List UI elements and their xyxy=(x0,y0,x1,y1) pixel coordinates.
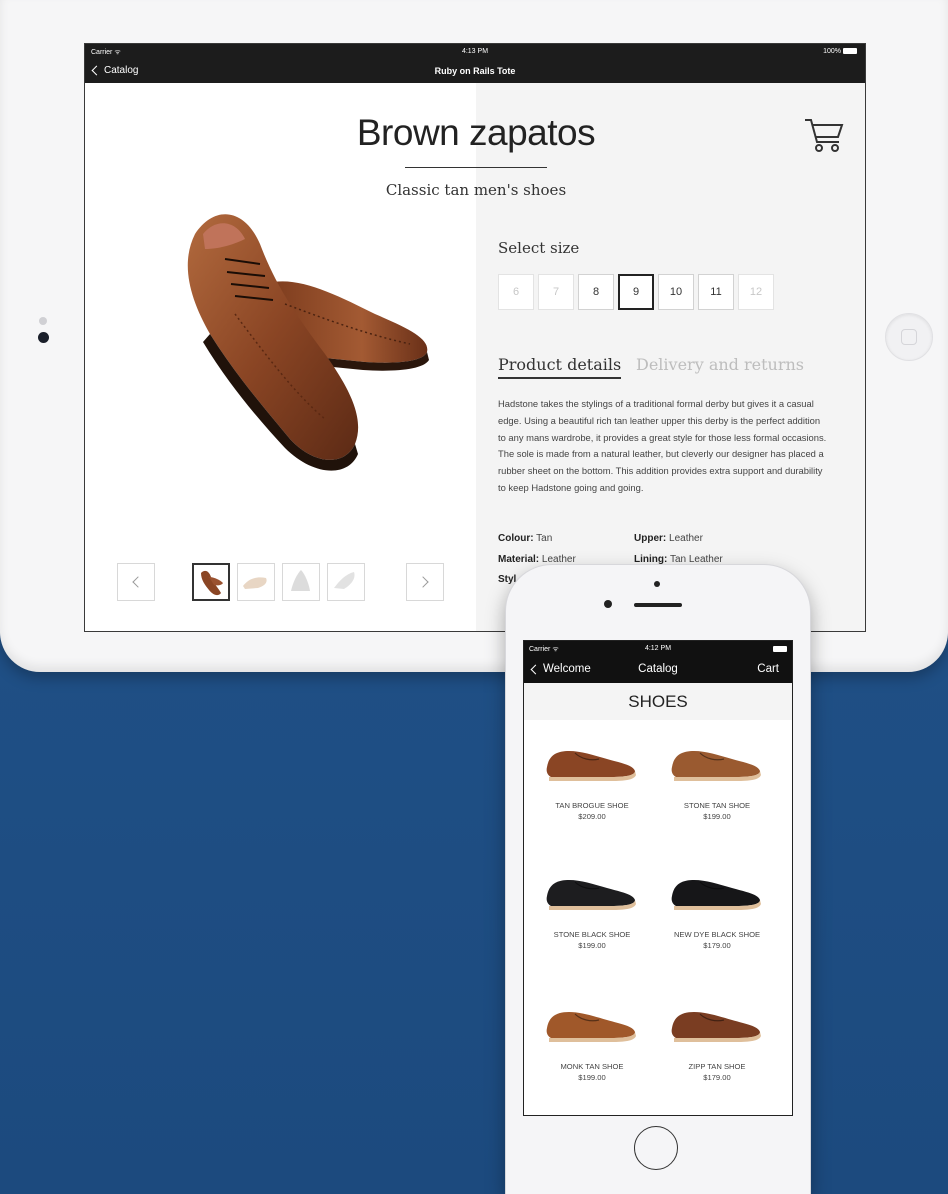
product-card[interactable]: NEW DYE BLACK SHOE $179.00 xyxy=(652,858,782,983)
shoe-image xyxy=(671,1012,761,1042)
product-image xyxy=(187,214,429,471)
iphone-nav-bar: Welcome Catalog Cart xyxy=(524,657,792,683)
status-time: 4:12 PM xyxy=(644,645,672,652)
cart-icon[interactable] xyxy=(803,116,845,154)
attr-upper-label: Upper: xyxy=(634,533,667,544)
tab-delivery-returns[interactable]: Delivery and returns xyxy=(636,355,804,374)
product-card[interactable]: STONE BLACK SHOE $199.00 xyxy=(527,858,657,983)
nav-title: Catalog xyxy=(638,663,678,675)
battery-percent: 100% xyxy=(823,48,841,55)
product-price: $199.00 xyxy=(578,1073,606,1082)
iphone-status-bar: Carrier ᯤ 4:12 PM xyxy=(524,641,792,657)
shoe-thumbnail-icon xyxy=(291,570,310,591)
product-subtitle: Classic tan men's shoes xyxy=(385,181,567,199)
product-price: $179.00 xyxy=(703,941,731,950)
attr-upper: Upper: Leather xyxy=(634,533,703,544)
size-option-9[interactable]: 9 xyxy=(618,274,654,310)
iphone-sensor xyxy=(654,581,660,587)
attr-upper-value: Leather xyxy=(669,533,703,544)
ipad-sensor xyxy=(39,317,47,325)
shoe-image xyxy=(546,880,636,910)
battery-icon xyxy=(843,48,857,55)
product-price: $209.00 xyxy=(578,812,606,821)
battery-icon xyxy=(773,646,787,652)
status-time: 4:13 PM xyxy=(461,48,489,55)
product-card[interactable]: STONE TAN SHOE $199.00 xyxy=(652,729,782,854)
product-description: Hadstone takes the stylings of a traditi… xyxy=(498,398,827,493)
chevron-left-icon xyxy=(132,576,144,588)
attr-colour-label: Colour: xyxy=(498,533,534,544)
attr-material-value: Leather xyxy=(541,554,576,565)
size-selector: 6 7 8 9 10 11 12 xyxy=(498,274,774,310)
product-card[interactable]: MONK TAN SHOE $199.00 xyxy=(527,990,657,1115)
cart-button[interactable]: Cart xyxy=(757,663,779,675)
chevron-right-icon xyxy=(417,576,429,588)
shoe-image xyxy=(546,751,636,781)
product-title: Brown zapatos xyxy=(356,112,596,153)
ipad-camera xyxy=(38,332,49,343)
iphone-device: Carrier ᯤ 4:12 PM Welcome Catalog Cart S… xyxy=(506,565,810,1194)
attr-colour: Colour: Tan xyxy=(498,533,552,544)
shoe-thumbnail-icon xyxy=(243,577,267,589)
thumbnail-prev-button[interactable] xyxy=(117,563,155,601)
nav-title: Ruby on Rails Tote xyxy=(434,66,516,76)
product-name: STONE BLACK SHOE xyxy=(553,930,631,939)
thumbnail-4[interactable] xyxy=(327,563,365,601)
attr-lining-label: Lining: xyxy=(634,554,668,565)
product-card[interactable]: ZIPP TAN SHOE $179.00 xyxy=(652,990,782,1115)
ipad-home-button[interactable] xyxy=(885,313,933,361)
iphone-camera xyxy=(604,600,612,608)
shoe-image xyxy=(546,1012,636,1042)
product-price: $199.00 xyxy=(578,941,606,950)
thumbnail-3[interactable] xyxy=(282,563,320,601)
product-name: STONE TAN SHOE xyxy=(683,801,751,810)
product-card[interactable]: TAN BROGUE SHOE $209.00 xyxy=(527,729,657,854)
size-option-6: 6 xyxy=(498,274,534,310)
thumbnail-next-button[interactable] xyxy=(406,563,444,601)
thumbnail-1[interactable] xyxy=(192,563,230,601)
iphone-screen: Carrier ᯤ 4:12 PM Welcome Catalog Cart S… xyxy=(523,640,793,1116)
iphone-speaker xyxy=(634,603,682,607)
size-option-7: 7 xyxy=(538,274,574,310)
battery-indicator: 100% xyxy=(823,48,857,55)
product-price: $199.00 xyxy=(703,812,731,821)
product-price: $179.00 xyxy=(703,1073,731,1082)
shoe-image xyxy=(671,880,761,910)
attr-colour-value: Tan xyxy=(536,533,553,544)
shoe-thumbnail-icon xyxy=(334,572,355,589)
size-option-12: 12 xyxy=(738,274,774,310)
attr-lining-value: Tan Leather xyxy=(669,554,723,565)
product-name: TAN BROGUE SHOE xyxy=(555,801,629,810)
ipad-screen: Carrier ᯤ 4:13 PM 100% Catalog Ruby on R… xyxy=(84,43,866,632)
shoe-image xyxy=(671,751,761,781)
shoe-thumbnail-icon xyxy=(201,570,223,596)
ipad-status-bar: Carrier ᯤ 4:13 PM 100% xyxy=(85,44,865,61)
iphone-home-button[interactable] xyxy=(634,1126,678,1170)
ipad-nav-bar: Catalog Ruby on Rails Tote xyxy=(85,61,865,83)
size-option-8[interactable]: 8 xyxy=(578,274,614,310)
thumbnail-2[interactable] xyxy=(237,563,275,601)
select-size-label: Select size xyxy=(498,239,580,257)
attr-material: Material: Leather xyxy=(498,554,576,565)
attr-lining: Lining: Tan Leather xyxy=(634,554,723,565)
product-name: NEW DYE BLACK SHOE xyxy=(673,930,761,939)
title-divider xyxy=(405,167,547,168)
product-name: ZIPP TAN SHOE xyxy=(688,1062,746,1071)
section-title: SHOES xyxy=(524,683,792,720)
ipad-device: Carrier ᯤ 4:13 PM 100% Catalog Ruby on R… xyxy=(0,0,948,672)
product-name: MONK TAN SHOE xyxy=(560,1062,624,1071)
size-option-11[interactable]: 11 xyxy=(698,274,734,310)
attr-material-label: Material: xyxy=(498,554,540,565)
tab-product-details[interactable]: Product details xyxy=(498,355,622,379)
size-option-10[interactable]: 10 xyxy=(658,274,694,310)
